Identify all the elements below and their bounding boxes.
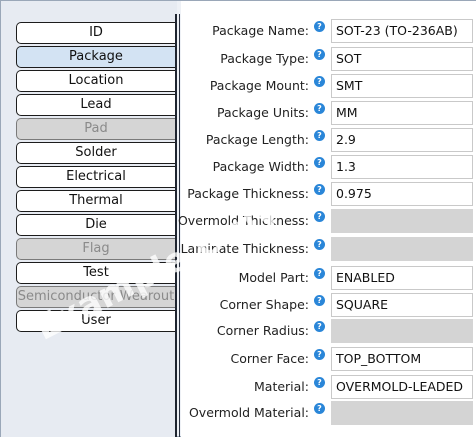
field-overmold-thickness: Overmold Thickness: ? [177,209,476,233]
field-laminate-thickness: Laminate Thickness: ? [181,237,476,261]
corner-face-input[interactable]: TOP_BOTTOM [331,347,473,371]
package-width-input[interactable]: 1.3 [331,155,473,179]
help-icon[interactable]: ? [314,239,325,250]
material-input[interactable]: OVERMOLD-LEADED [331,375,473,399]
field-package-width: Package Width: ? 1.3 [181,155,476,179]
tab-semiconductor-wearout: Semiconductor Wearout [16,286,175,308]
help-icon[interactable]: ? [314,21,325,32]
field-label: Corner Face: [230,351,310,366]
field-label: Overmold Thickness: [177,213,309,228]
field-label: Package Length: [205,132,309,147]
help-icon[interactable]: ? [314,103,325,114]
tab-die[interactable]: Die [16,214,175,236]
help-icon[interactable]: ? [314,211,325,222]
help-icon[interactable]: ? [314,349,325,360]
field-corner-face: Corner Face: ? TOP_BOTTOM [181,347,476,371]
help-icon[interactable]: ? [314,157,325,168]
help-icon[interactable]: ? [314,184,325,195]
help-icon[interactable]: ? [314,321,325,332]
tab-location[interactable]: Location [16,70,175,92]
tab-electrical[interactable]: Electrical [16,166,175,188]
divider[interactable] [175,14,177,437]
tab-pad: Pad [16,118,175,140]
field-label: Material: [254,379,309,394]
laminate-thickness-input [331,237,473,261]
field-label: Package Type: [220,51,309,66]
help-icon[interactable]: ? [314,130,325,141]
package-name-input[interactable]: SOT-23 (TO-236AB) [331,19,473,43]
help-icon[interactable]: ? [314,76,325,87]
tab-package[interactable]: Package [16,46,175,68]
help-icon[interactable]: ? [314,403,325,414]
overmold-material-input [331,401,473,425]
tab-solder[interactable]: Solder [16,142,175,164]
field-package-name: Package Name: ? SOT-23 (TO-236AB) [181,19,476,43]
field-label: Package Name: [212,23,309,38]
field-package-units: Package Units: ? MM [181,101,476,125]
field-material: Material: ? OVERMOLD-LEADED [181,375,476,399]
field-model-part: Model Part: ? ENABLED [181,266,476,290]
field-label: Package Units: [217,105,309,120]
corner-radius-input [331,319,473,343]
field-overmold-material: Overmold Material: ? [181,401,476,425]
tab-lead[interactable]: Lead [16,94,175,116]
package-thickness-input[interactable]: 0.975 [331,182,473,206]
tab-flag: Flag [16,238,175,260]
help-icon[interactable]: ? [314,295,325,306]
help-icon[interactable]: ? [314,268,325,279]
field-package-mount: Package Mount: ? SMT [181,74,476,98]
field-label: Package Width: [212,159,309,174]
package-type-input[interactable]: SOT [331,47,473,71]
model-part-input[interactable]: ENABLED [331,266,473,290]
tab-thermal[interactable]: Thermal [16,190,175,212]
help-icon[interactable]: ? [314,49,325,60]
field-label: Package Thickness: [187,186,309,201]
tab-user[interactable]: User [16,310,175,332]
field-package-thickness: Package Thickness: ? 0.975 [181,182,476,206]
tab-test[interactable]: Test [16,262,175,284]
field-label: Model Part: [238,270,309,285]
overmold-thickness-input [331,209,473,233]
field-label: Overmold Material: [188,405,309,420]
package-units-input[interactable]: MM [331,101,473,125]
field-label: Package Mount: [209,78,309,93]
field-label: Laminate Thickness: [180,241,309,256]
field-corner-radius: Corner Radius: ? [181,319,476,343]
help-icon[interactable]: ? [314,377,325,388]
tab-id[interactable]: ID [16,22,175,44]
property-panel: Package Name: ? SOT-23 (TO-236AB) Packag… [177,1,476,437]
field-corner-shape: Corner Shape: ? SQUARE [181,293,476,317]
window-frame: ID Package Location Lead Pad Solder Elec… [0,0,476,437]
field-label: Corner Shape: [219,297,309,312]
package-mount-input[interactable]: SMT [331,74,473,98]
package-length-input[interactable]: 2.9 [331,128,473,152]
field-label: Corner Radius: [216,323,309,338]
field-package-type: Package Type: ? SOT [181,47,476,71]
tab-column: ID Package Location Lead Pad Solder Elec… [1,1,177,437]
corner-shape-input[interactable]: SQUARE [331,293,473,317]
field-package-length: Package Length: ? 2.9 [181,128,476,152]
